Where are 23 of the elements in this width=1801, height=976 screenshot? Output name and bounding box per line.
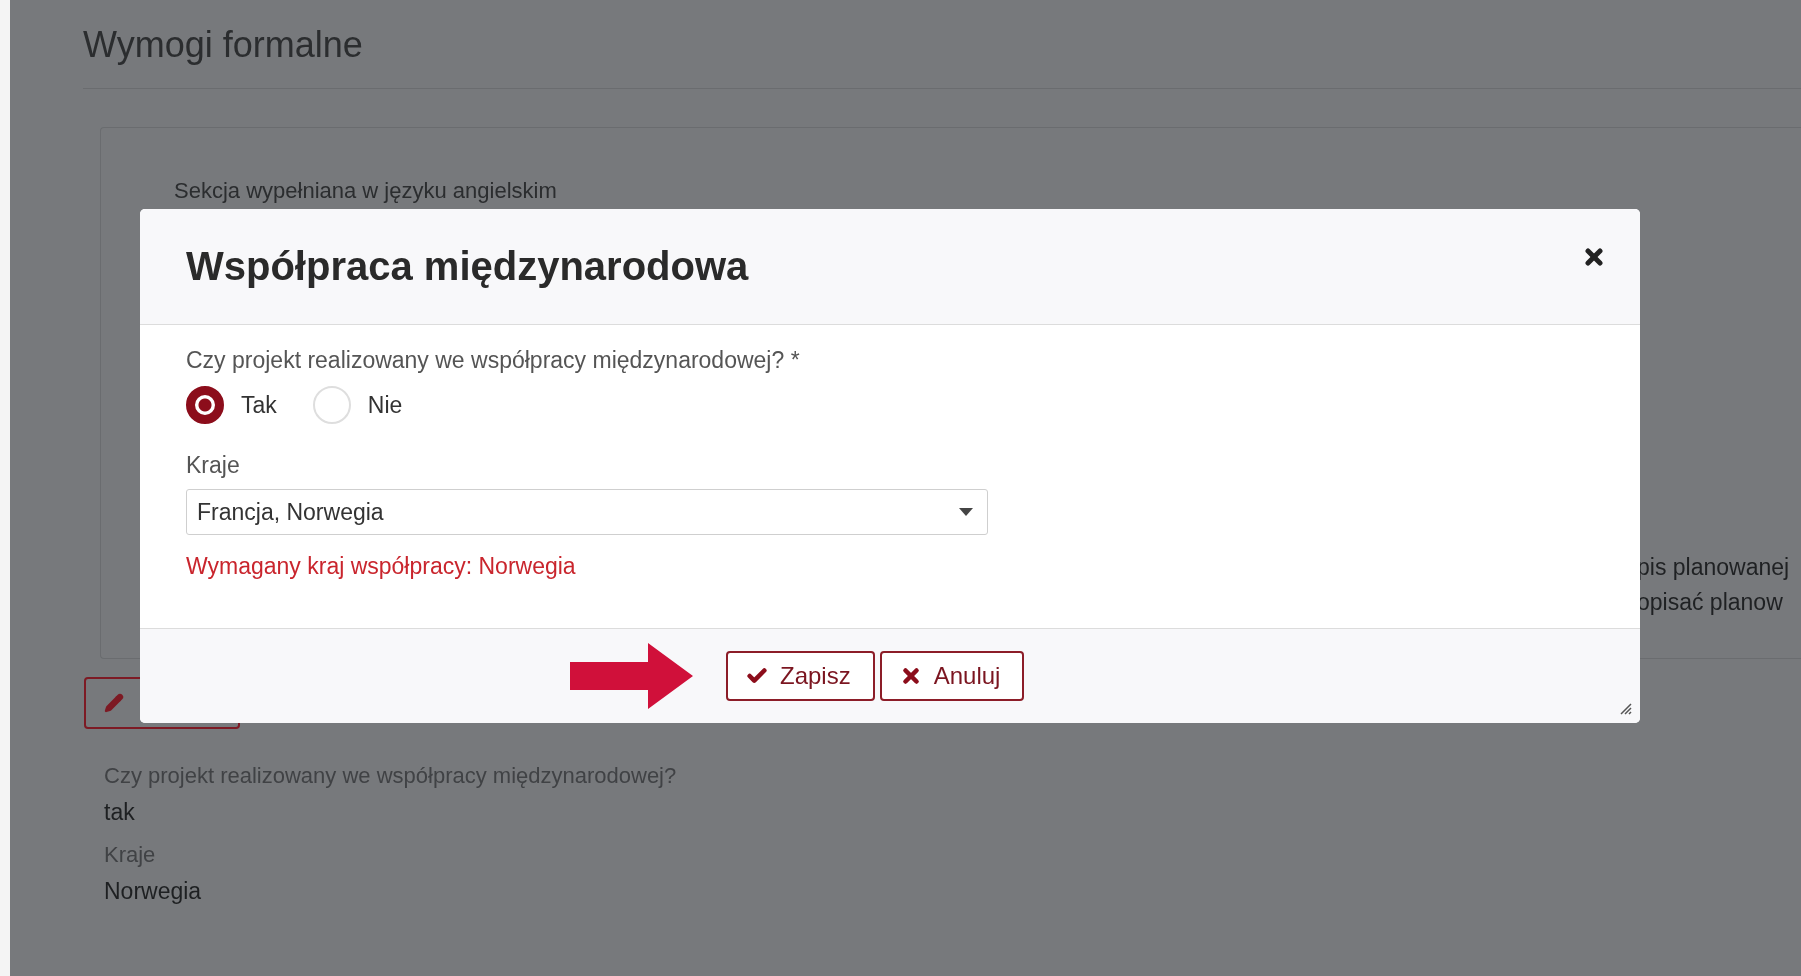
save-button[interactable]: Zapisz [726,651,875,701]
page-title: Wymogi formalne [83,24,1801,89]
caret-icon [959,508,973,516]
description-text: opisać planow [1637,588,1784,616]
countries-label: Kraje [186,452,241,479]
question-label: Czy projekt realizowany we współpracy międzynarodowej? * [186,347,801,374]
resize-grip-icon[interactable] [1618,701,1632,715]
radio-button[interactable] [186,386,224,424]
radio-label[interactable]: Tak [241,391,277,419]
dialog-title: Współpraca międzynarodowa [186,244,749,289]
countries-select[interactable]: Francja, Norwegia [186,489,988,535]
pencil-icon [104,693,124,713]
cancel-button[interactable]: Anuluj [879,651,1025,701]
detail-value: Norwegia [104,878,203,905]
select-value: Francja, Norwegia [197,498,384,526]
detail-label: Kraje [104,842,157,868]
error-message: Wymagany kraj współpracy: Norwegia [186,553,577,580]
radio-label[interactable]: Nie [367,391,403,419]
detail-value: tak [104,799,136,826]
radio-option[interactable]: Tak [186,386,277,424]
arrow-icon [570,643,693,709]
section-note: Sekcja wypełniana w języku angielskim [173,177,558,205]
radio-option[interactable]: Nie [312,386,403,424]
